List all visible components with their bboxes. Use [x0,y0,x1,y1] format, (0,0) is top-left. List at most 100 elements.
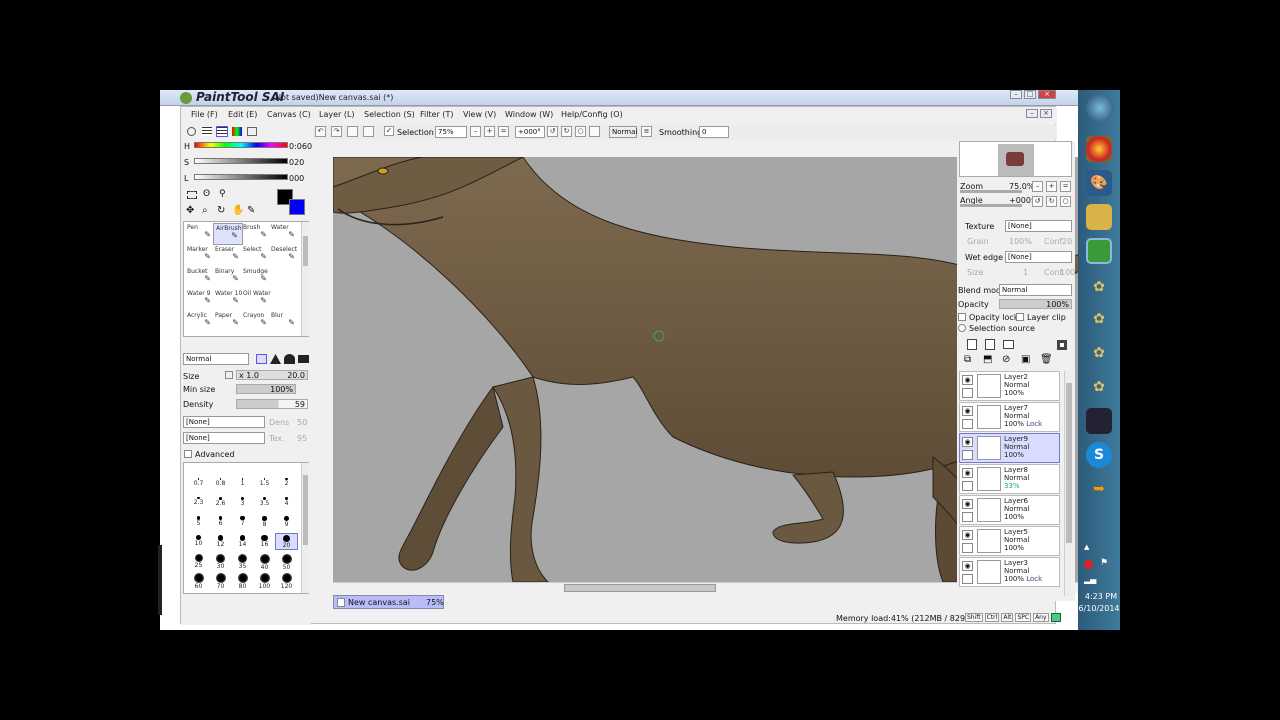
start-button-icon[interactable] [1086,94,1114,122]
redo-icon[interactable]: ↷ [331,126,342,137]
angle-slider[interactable] [960,204,1022,207]
new-linework-layer-icon[interactable] [985,339,995,350]
delete-layer-icon[interactable]: 🗑 [1040,354,1053,365]
layer-mask-icon[interactable] [1057,340,1067,350]
tool-pen[interactable]: Pen ✎ [185,223,215,245]
scratchpad-icon[interactable] [247,127,257,136]
magic-wand-icon[interactable]: ⚲ [219,189,226,199]
tool-water-9[interactable]: Water 9 ✎ [185,289,215,311]
brush-size-option[interactable]: 2.6 [210,496,231,511]
zoom-out-icon[interactable]: – [470,126,481,137]
app-taskbar-icon[interactable] [1086,408,1112,434]
new-layer-icon[interactable] [967,339,977,350]
brush-shape-1-icon[interactable] [256,354,267,364]
smoothing-select[interactable]: 0 [699,126,729,138]
merge-down-icon[interactable]: ⬒ [983,354,992,365]
visibility-eye-icon[interactable]: ◉ [962,530,973,540]
brush-size-option[interactable]: 1.5 [254,477,275,492]
layer-lock-toggle[interactable] [962,481,973,491]
texture-select-2[interactable]: [None] [183,432,265,444]
hand-icon[interactable]: ✋ [232,205,244,216]
brush-size-option[interactable]: 25 [188,553,209,569]
layer-effects-icon[interactable]: ▣ [1021,354,1030,365]
menu-file[interactable]: File (F) [191,110,218,119]
nav-rotate-reset-icon[interactable]: ○ [1060,196,1071,207]
menu-edit[interactable]: Edit (E) [228,110,257,119]
brush-size-option[interactable]: 120 [276,572,297,590]
layer-lock-toggle[interactable] [962,450,973,460]
brush-size-option[interactable]: 12 [210,534,231,549]
brush-size-option[interactable]: 40 [254,553,275,571]
tray-expand-icon[interactable]: ▲ [1084,543,1089,551]
folder-icon[interactable] [1086,204,1112,230]
zoom-reset-icon[interactable]: = [498,126,509,137]
menu-layer[interactable]: Layer (L) [319,110,355,119]
brush-size-option[interactable]: 80 [232,572,253,590]
rotation-select[interactable]: +000° [515,126,545,138]
layer-lock-toggle[interactable] [962,419,973,429]
tool-brush[interactable]: Brush ✎ [241,223,271,245]
tool-deselect[interactable]: Deselect ✎ [269,245,299,267]
saturation-slider[interactable] [194,158,288,164]
zoom-in-icon[interactable]: + [484,126,495,137]
brush-shape-4-icon[interactable] [298,355,309,363]
zoom-tool-icon[interactable]: ⌕ [202,205,208,216]
hsv-slider-icon[interactable] [216,126,228,137]
tool-select[interactable]: Select ✎ [241,245,271,267]
menu-canvas[interactable]: Canvas (C) [267,110,311,119]
canvas-minimize-button[interactable]: – [1026,109,1038,118]
brush-shape-3-icon[interactable] [284,354,295,364]
stabilizer-mode[interactable]: Normal [609,126,637,138]
paw-icon-1[interactable]: ✿ [1086,274,1112,300]
brush-size-option[interactable]: 35 [232,553,253,570]
blend-mode-select[interactable]: Normal [999,284,1072,296]
new-folder-icon[interactable] [1003,340,1014,349]
pen-pressure-icon[interactable] [1050,613,1061,622]
layer-lock-toggle[interactable] [962,388,973,398]
move-icon[interactable]: ✥ [186,205,194,216]
paw-icon-2[interactable]: ✿ [1086,306,1112,332]
layer-row[interactable]: ◉ Layer8 Normal 33% [959,464,1060,494]
marquee-icon[interactable] [187,191,197,199]
brush-size-option[interactable]: 60 [188,572,209,590]
nav-zoom-out-icon[interactable]: – [1032,181,1043,192]
opacity-lock-checkbox[interactable] [958,313,966,321]
undo-icon[interactable]: ↶ [315,126,326,137]
chrome-icon[interactable] [1086,136,1112,162]
canvas-close-button[interactable]: × [1040,109,1052,118]
layer-row[interactable]: ◉ Layer5 Normal 100% [959,526,1060,556]
brush-size-scrollbar[interactable] [301,463,309,593]
rotate-tool-icon[interactable]: ↻ [217,205,225,216]
layer-clip-checkbox[interactable] [1016,313,1024,321]
tool-bucket[interactable]: Bucket ✎ [185,267,215,289]
brush-size-option[interactable]: 8 [254,515,275,530]
size-options-icon[interactable] [225,371,233,379]
layer-lock-toggle[interactable] [962,574,973,584]
brush-blend-select[interactable]: Normal [183,353,249,365]
nav-zoom-in-icon[interactable]: + [1046,181,1057,192]
rotate-right-icon[interactable]: ↻ [561,126,572,137]
selection-checkbox[interactable]: ✓ [384,126,394,136]
visibility-eye-icon[interactable]: ◉ [962,375,973,385]
brush-size-option[interactable]: 1 [232,477,253,492]
tool-water[interactable]: Water ✎ [269,223,299,245]
clock-time[interactable]: 4:23 PM [1082,592,1120,601]
tool-smudge[interactable]: Smudge ✎ [241,267,271,289]
nav-rotate-left-icon[interactable]: ↺ [1032,196,1043,207]
menu-selection[interactable]: Selection (S) [364,110,415,119]
layer-row[interactable]: ◉ Layer9 Normal 100% [959,433,1060,463]
tool-oil-water[interactable]: Oil Water ✎ [241,289,271,311]
visibility-eye-icon[interactable]: ◉ [962,468,973,478]
navigator-preview[interactable] [959,141,1072,177]
brush-size-option[interactable]: 0.7 [188,477,209,492]
brush-size-option[interactable]: 9 [276,515,297,530]
visibility-eye-icon[interactable]: ◉ [962,437,973,447]
close-button[interactable]: × [1038,90,1056,99]
hue-slider[interactable] [194,142,288,148]
min-size-slider[interactable]: 100% [236,384,296,394]
size-slider[interactable]: x 1.0 20.0 [236,370,308,380]
selection-source-radio[interactable] [958,324,966,332]
tool-crayon[interactable]: Crayon ✎ [241,311,271,333]
tool-airbrush[interactable]: AirBrush ✎ [213,223,243,245]
opacity-slider[interactable]: 100% [999,299,1072,309]
